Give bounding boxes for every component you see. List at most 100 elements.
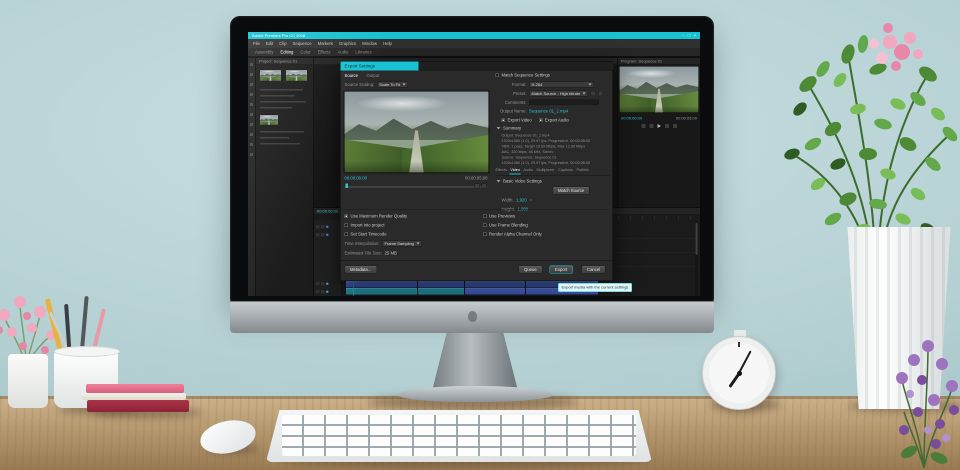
menu-bar: File Edit Clip Sequence Markers Graphics… xyxy=(248,39,700,48)
menu-help[interactable]: Help xyxy=(383,41,392,46)
window-titlebar: Adobe Premiere Pro CC 2018 – □ × xyxy=(248,32,700,39)
tab-publish[interactable]: Publish xyxy=(576,168,588,173)
frame-blending-checkbox[interactable] xyxy=(483,223,487,227)
project-list-item[interactable] xyxy=(260,137,289,139)
workspace-audio[interactable]: Audio xyxy=(337,50,348,55)
workspace-libraries[interactable]: Libraries xyxy=(355,50,371,55)
tab-captions[interactable]: Captions xyxy=(558,168,573,173)
basic-video-disclosure-icon[interactable] xyxy=(497,180,501,183)
export-video-row[interactable]: Export Video xyxy=(502,118,532,123)
menu-edit[interactable]: Edit xyxy=(266,41,273,46)
tab-video[interactable]: Video xyxy=(510,168,520,173)
zoom-icon[interactable] xyxy=(475,184,480,189)
alpha-only-checkbox[interactable] xyxy=(483,232,487,236)
mark-in-icon[interactable] xyxy=(649,124,653,128)
output-name-link[interactable]: Sequence 01_2.mp4 xyxy=(529,109,568,114)
project-list-item[interactable] xyxy=(260,89,303,91)
program-timecode[interactable]: 00:00:00:00 xyxy=(621,116,642,121)
time-interpolation-dropdown[interactable]: Frame Sampling xyxy=(382,241,422,247)
import-project-checkbox[interactable] xyxy=(345,223,349,227)
window-close-icon[interactable]: × xyxy=(694,32,696,39)
export-audio-row[interactable]: Export Audio xyxy=(539,118,569,123)
menu-clip[interactable]: Clip xyxy=(279,41,286,46)
use-previews-checkbox[interactable] xyxy=(483,214,487,218)
project-thumbnail[interactable] xyxy=(259,69,282,82)
source-scaling-dropdown[interactable]: Scale To Fit xyxy=(377,82,408,88)
workspace-assembly[interactable]: Assembly xyxy=(255,50,273,55)
workspace-color[interactable]: Color xyxy=(300,50,310,55)
video-clip[interactable] xyxy=(418,281,464,288)
alpha-only-row[interactable]: Render Alpha Channel Only xyxy=(483,232,542,237)
track-headers xyxy=(314,220,342,296)
tab-output[interactable]: Output xyxy=(367,73,380,78)
tab-multiplexer[interactable]: Multiplexer xyxy=(537,168,555,173)
tab-audio[interactable]: Audio xyxy=(523,168,533,173)
menu-sequence[interactable]: Sequence xyxy=(293,41,312,46)
format-dropdown[interactable]: H.264 xyxy=(529,82,594,88)
preview-scrubber[interactable] xyxy=(345,187,488,188)
step-forward-icon[interactable] xyxy=(673,124,677,128)
workspace-effects[interactable]: Effects xyxy=(318,50,331,55)
timeline-scrollbar[interactable] xyxy=(695,220,698,296)
imac-base xyxy=(398,386,552,402)
menu-markers[interactable]: Markers xyxy=(318,41,333,46)
match-sequence-checkbox[interactable] xyxy=(496,73,500,77)
project-thumbnail[interactable] xyxy=(285,69,308,82)
scrubber-handle[interactable] xyxy=(346,184,349,189)
project-list-item[interactable] xyxy=(260,131,304,133)
save-preset-icon[interactable] xyxy=(591,91,596,96)
cancel-button[interactable]: Cancel xyxy=(582,266,606,274)
timeline-timecode[interactable]: 00:00:00:00 xyxy=(317,209,338,214)
use-previews-row[interactable]: Use Previews xyxy=(483,214,515,219)
workspace-editing[interactable]: Editing xyxy=(280,50,293,55)
max-render-checkbox[interactable] xyxy=(345,214,349,218)
audio-clip[interactable] xyxy=(465,288,525,295)
start-timecode-checkbox[interactable] xyxy=(345,232,349,236)
export-button[interactable]: Export xyxy=(550,266,573,274)
metadata-button[interactable]: Metadata... xyxy=(345,266,377,274)
step-back-icon[interactable] xyxy=(641,124,645,128)
project-list-item[interactable] xyxy=(260,101,306,103)
book-red xyxy=(87,400,189,412)
summary-disclosure-icon[interactable] xyxy=(497,127,501,130)
preset-dropdown[interactable]: Match Source - High bitrate xyxy=(529,91,588,97)
menu-window[interactable]: Window xyxy=(362,41,377,46)
start-timecode-row[interactable]: Set Start Timecode xyxy=(345,232,387,237)
window-minimize-icon[interactable]: – xyxy=(682,32,684,39)
preview-timecode[interactable]: 00:00:00:00 xyxy=(345,176,367,181)
project-thumbnail[interactable] xyxy=(259,114,279,126)
project-list-item[interactable] xyxy=(260,107,292,109)
project-list-item[interactable] xyxy=(260,95,295,97)
comments-field[interactable] xyxy=(529,100,599,106)
queue-button[interactable]: Queue xyxy=(519,266,543,274)
window-maximize-icon[interactable]: □ xyxy=(688,32,690,39)
audio-clip[interactable] xyxy=(346,288,417,295)
menu-graphics[interactable]: Graphics xyxy=(339,41,356,46)
tab-effects[interactable]: Effects xyxy=(496,168,507,173)
match-source-button[interactable]: Match Source xyxy=(553,187,590,195)
project-list-item[interactable] xyxy=(260,143,300,145)
match-sequence-row[interactable]: Match Sequence Settings xyxy=(496,73,550,78)
tab-source[interactable]: Source xyxy=(345,73,358,78)
export-video-checkbox[interactable] xyxy=(502,118,506,122)
program-video-frame xyxy=(619,66,699,113)
books-stack xyxy=(82,384,192,416)
width-value[interactable]: 1,920 xyxy=(516,198,527,203)
video-clip[interactable] xyxy=(465,281,525,288)
import-project-row[interactable]: Import into project xyxy=(345,223,385,228)
frame-blending-row[interactable]: Use Frame Blending xyxy=(483,223,528,228)
delete-preset-icon[interactable] xyxy=(598,91,603,96)
mark-out-icon[interactable] xyxy=(665,124,669,128)
alarm-clock xyxy=(698,330,780,410)
video-clip[interactable] xyxy=(346,281,417,288)
clock-tick xyxy=(738,342,740,347)
menu-file[interactable]: File xyxy=(253,41,260,46)
summary-line: 1920x1080 (1.0), 29.97 fps, Progressive,… xyxy=(502,160,608,166)
audio-clip[interactable] xyxy=(418,288,464,295)
export-audio-checkbox[interactable] xyxy=(539,118,543,122)
play-icon[interactable] xyxy=(657,124,661,128)
link-icon[interactable] xyxy=(529,198,533,202)
file-size-value: 25 MB xyxy=(385,251,397,256)
max-render-row[interactable]: Use Maximum Render Quality xyxy=(345,214,408,219)
fit-icon[interactable] xyxy=(482,184,487,189)
